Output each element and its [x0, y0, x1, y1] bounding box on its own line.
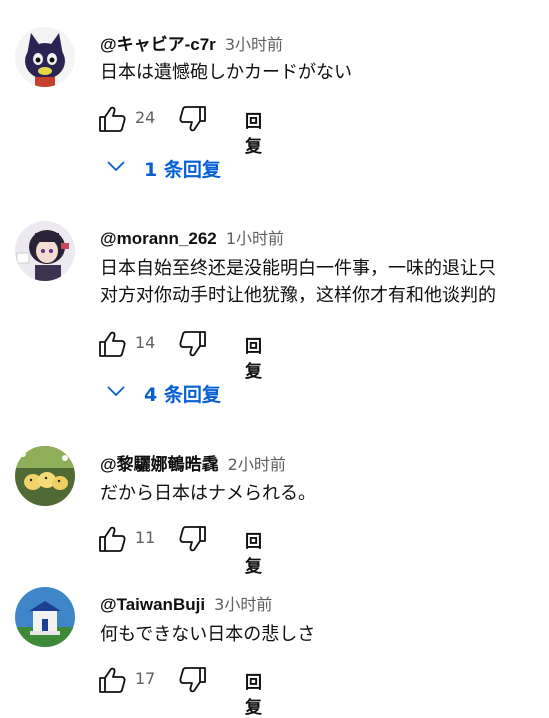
comment-author[interactable]: @キャビア-c7r [100, 35, 216, 54]
memorial-hall-avatar-icon[interactable] [15, 587, 75, 647]
thumbs-up-icon [99, 667, 126, 693]
dislike-button[interactable] [178, 329, 208, 359]
comment-author[interactable]: @morann_262 [100, 229, 217, 248]
like-button[interactable] [97, 524, 127, 554]
view-replies-label: 1 条回复 [144, 159, 221, 181]
dislike-button[interactable] [178, 524, 208, 554]
dislike-button[interactable] [178, 104, 208, 134]
comment-author[interactable]: @TaiwanBuji [100, 595, 205, 614]
like-count: 24 [135, 108, 156, 127]
comment-text: 日本は遺憾砲しかカードがない [100, 59, 352, 86]
reply-button[interactable]: 回复 [245, 332, 262, 382]
like-count: 17 [135, 669, 156, 688]
anime-girl-avatar-icon[interactable] [15, 221, 75, 281]
view-replies-label: 4 条回复 [144, 384, 221, 406]
comment-text: 何もできない日本の悲しさ [100, 621, 315, 648]
thumbs-down-icon [179, 331, 206, 357]
thumbs-down-icon [179, 667, 206, 693]
like-button[interactable] [97, 104, 127, 134]
comment-timestamp[interactable]: 1小时前 [226, 229, 284, 248]
thumbs-up-icon [99, 526, 126, 552]
comment-text-line: 日本自始至终还是没能明白一件事，一味的退让只 [100, 258, 496, 279]
reply-button[interactable]: 回复 [245, 527, 262, 577]
like-count: 14 [135, 333, 156, 352]
comment-text: だから日本はナメられる。 [100, 480, 316, 507]
comment-text: 日本自始至终还是没能明白一件事，一味的退让只 对方对你动手时让他犹豫，这样你才有… [100, 255, 496, 309]
comment-timestamp[interactable]: 3小时前 [225, 35, 283, 54]
like-count: 11 [135, 528, 156, 547]
thumbs-down-icon [179, 526, 206, 552]
reply-button[interactable]: 回复 [245, 107, 262, 157]
like-button[interactable] [97, 329, 127, 359]
thumbs-up-icon [99, 106, 126, 132]
chevron-down-icon [107, 386, 125, 397]
like-button[interactable] [97, 665, 127, 695]
reply-button[interactable]: 回复 [245, 668, 262, 718]
comment-author[interactable]: @黎驪娜鵪晧毳 [100, 455, 219, 474]
thumbs-up-icon [99, 331, 126, 357]
thumbs-down-icon [179, 106, 206, 132]
chevron-down-icon [107, 161, 125, 172]
chicks-avatar-icon[interactable] [15, 446, 75, 506]
comment-timestamp[interactable]: 3小时前 [214, 595, 272, 614]
comment-text-line: 何もできない日本の悲しさ [100, 624, 316, 645]
comment-text-line: だから日本はナメられる。 [100, 483, 316, 504]
cat-avatar-icon[interactable] [15, 27, 75, 87]
dislike-button[interactable] [178, 665, 208, 695]
comment-timestamp[interactable]: 2小时前 [228, 455, 286, 474]
comment-text-line: 日本は遺憾砲しかカードがない [100, 62, 352, 83]
comment-text-line: 对方对你动手时让他犹豫，这样你才有和他谈判的 [100, 285, 496, 306]
